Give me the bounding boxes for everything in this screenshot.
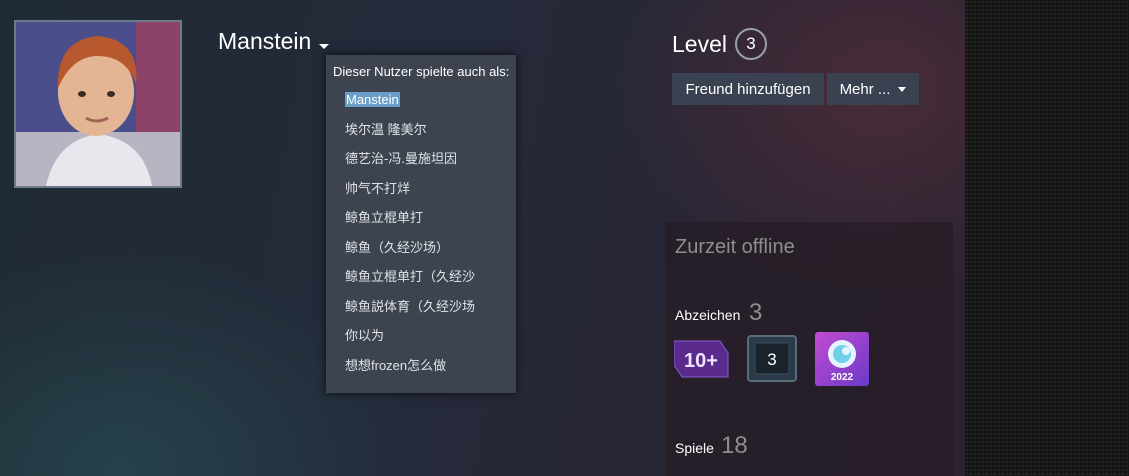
alias-item: Manstein [326,90,516,120]
steam-replay-badge-icon[interactable]: 2022 [815,332,869,386]
alias-item: 埃尔温 隆美尔 [345,121,427,137]
chevron-down-icon [319,44,330,49]
alias-item-selected-text: Manstein [345,92,400,107]
badges-link[interactable]: Abzeichen [675,307,740,323]
dropdown-title: Dieser Nutzer spielte auch als: [333,64,510,79]
more-button[interactable]: Mehr ... [827,73,919,105]
alias-item: 帅气不打烊 [345,180,411,196]
alias-item: 鲸鱼立棍单打 [345,210,424,225]
alias-list: Manstein 埃尔温 隆美尔 德艺治-冯.曼施坦因 帅气不打烊 鲸鱼立棍单打… [326,90,516,385]
status-panel: Zurzeit offline Abzeichen 3 10+ 3 2022 S… [665,222,953,476]
alias-item: 你以为 [345,328,385,343]
side-pattern [965,0,1129,476]
alias-item: 德艺治-冯.曼施坦因 [345,151,457,166]
chevron-down-icon [898,86,907,92]
games-link[interactable]: Spiele [675,440,714,456]
badge-replay-year: 2022 [831,372,854,383]
badge-level-text: 3 [767,350,776,369]
level-badge-icon[interactable]: 3 [747,335,797,382]
alias-item: 鲸鱼説体育（久经沙场 [345,298,476,314]
persona-name: Manstein [218,28,312,54]
persona-name-dropdown[interactable]: Manstein [218,28,330,55]
games-count[interactable]: 18 [721,432,748,460]
alias-item: 鲸鱼立棍单打（久经沙 [345,269,476,284]
online-status: Zurzeit offline [675,236,795,258]
alias-item: 想想frozen怎么做 [345,357,447,373]
years-of-service-badge-icon[interactable]: 10+ [673,339,729,379]
badges-count[interactable]: 3 [749,299,762,327]
more-label: Mehr ... [839,80,891,98]
alias-history-dropdown: Dieser Nutzer spielte auch als: Manstein… [326,55,516,393]
add-friend-button[interactable]: Freund hinzufügen [672,73,824,105]
profile-level: Level 3 [672,28,767,60]
add-friend-label: Freund hinzufügen [685,80,811,98]
avatar[interactable] [14,20,182,188]
alias-item: 鲸鱼（久经沙场） [345,239,450,255]
level-label: Level [672,30,727,57]
level-badge: 3 [734,28,767,60]
badge-years-text: 10+ [684,350,718,372]
